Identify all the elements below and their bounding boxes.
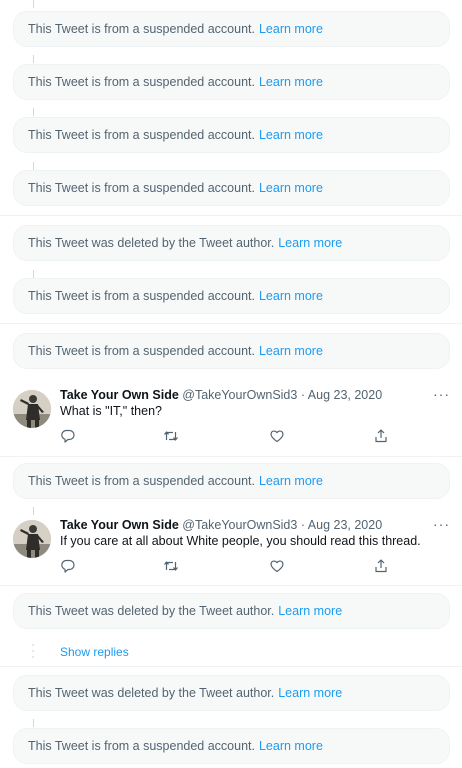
notice-text: This Tweet is from a suspended account. [28, 289, 255, 303]
tweet-text: What is "IT," then? [60, 404, 162, 418]
thread-line [33, 0, 34, 8]
notice-text: This Tweet is from a suspended account. [28, 181, 255, 195]
share-icon[interactable] [373, 428, 389, 444]
like-icon[interactable] [269, 428, 285, 444]
thread-line [33, 55, 34, 63]
tweet-actions [60, 428, 390, 446]
learn-more-link[interactable]: Learn more [259, 474, 323, 488]
suspended-tweet-notice: This Tweet is from a suspended account. … [13, 463, 450, 499]
avatar[interactable] [13, 520, 51, 558]
notice-text: This Tweet was deleted by the Tweet auth… [28, 604, 275, 618]
notice-text: This Tweet is from a suspended account. [28, 344, 255, 358]
tweet-actions [60, 558, 390, 576]
tweet-header: Take Your Own Side @TakeYourOwnSid3 · Au… [60, 388, 382, 402]
tweet[interactable]: Take Your Own Side @TakeYourOwnSid3 · Au… [0, 384, 462, 456]
share-icon[interactable] [373, 558, 389, 574]
notice-text: This Tweet is from a suspended account. [28, 474, 255, 488]
notice-text: This Tweet is from a suspended account. [28, 22, 255, 36]
divider [0, 323, 462, 324]
tweet-date[interactable]: · Aug 23, 2020 [301, 388, 382, 402]
divider [0, 585, 462, 586]
retweet-icon[interactable] [163, 558, 179, 574]
deleted-tweet-notice: This Tweet was deleted by the Tweet auth… [13, 593, 450, 629]
retweet-icon[interactable] [163, 428, 179, 444]
thread-line [33, 108, 34, 116]
suspended-tweet-notice: This Tweet is from a suspended account. … [13, 278, 450, 314]
deleted-tweet-notice: This Tweet was deleted by the Tweet auth… [13, 225, 450, 261]
divider [0, 666, 462, 667]
learn-more-link[interactable]: Learn more [259, 739, 323, 753]
author-name[interactable]: Take Your Own Side [60, 388, 179, 402]
notice-text: This Tweet is from a suspended account. [28, 75, 255, 89]
reply-icon[interactable] [60, 558, 76, 574]
suspended-tweet-notice: This Tweet is from a suspended account. … [13, 117, 450, 153]
suspended-tweet-notice: This Tweet is from a suspended account. … [13, 333, 450, 369]
avatar[interactable] [13, 390, 51, 428]
reply-icon[interactable] [60, 428, 76, 444]
learn-more-link[interactable]: Learn more [259, 75, 323, 89]
notice-text: This Tweet was deleted by the Tweet auth… [28, 236, 275, 250]
author-name[interactable]: Take Your Own Side [60, 518, 179, 532]
notice-text: This Tweet is from a suspended account. [28, 128, 255, 142]
thread-line [33, 162, 34, 170]
suspended-tweet-notice: This Tweet is from a suspended account. … [13, 64, 450, 100]
tweet[interactable]: Take Your Own Side @TakeYourOwnSid3 · Au… [0, 514, 462, 586]
more-icon[interactable]: ··· [433, 516, 450, 532]
divider [0, 456, 462, 457]
suspended-tweet-notice: This Tweet is from a suspended account. … [13, 11, 450, 47]
like-icon[interactable] [269, 558, 285, 574]
tweet-date[interactable]: · Aug 23, 2020 [301, 518, 382, 532]
show-replies-link[interactable]: Show replies [60, 645, 129, 659]
deleted-tweet-notice: This Tweet was deleted by the Tweet auth… [13, 675, 450, 711]
thread-line [33, 270, 34, 278]
suspended-tweet-notice: This Tweet is from a suspended account. … [13, 170, 450, 206]
learn-more-link[interactable]: Learn more [278, 604, 342, 618]
divider [0, 215, 462, 216]
notice-text: This Tweet is from a suspended account. [28, 739, 255, 753]
tweet-header: Take Your Own Side @TakeYourOwnSid3 · Au… [60, 518, 382, 532]
learn-more-link[interactable]: Learn more [278, 236, 342, 250]
suspended-tweet-notice: This Tweet is from a suspended account. … [13, 728, 450, 764]
thread-dots-icon [32, 644, 34, 658]
learn-more-link[interactable]: Learn more [259, 22, 323, 36]
more-icon[interactable]: ··· [433, 386, 450, 402]
learn-more-link[interactable]: Learn more [259, 344, 323, 358]
learn-more-link[interactable]: Learn more [259, 181, 323, 195]
learn-more-link[interactable]: Learn more [259, 289, 323, 303]
author-handle[interactable]: @TakeYourOwnSid3 [182, 518, 297, 532]
thread-line [33, 719, 34, 727]
learn-more-link[interactable]: Learn more [259, 128, 323, 142]
learn-more-link[interactable]: Learn more [278, 686, 342, 700]
tweet-text: If you care at all about White people, y… [60, 534, 421, 548]
notice-text: This Tweet was deleted by the Tweet auth… [28, 686, 275, 700]
author-handle[interactable]: @TakeYourOwnSid3 [182, 388, 297, 402]
